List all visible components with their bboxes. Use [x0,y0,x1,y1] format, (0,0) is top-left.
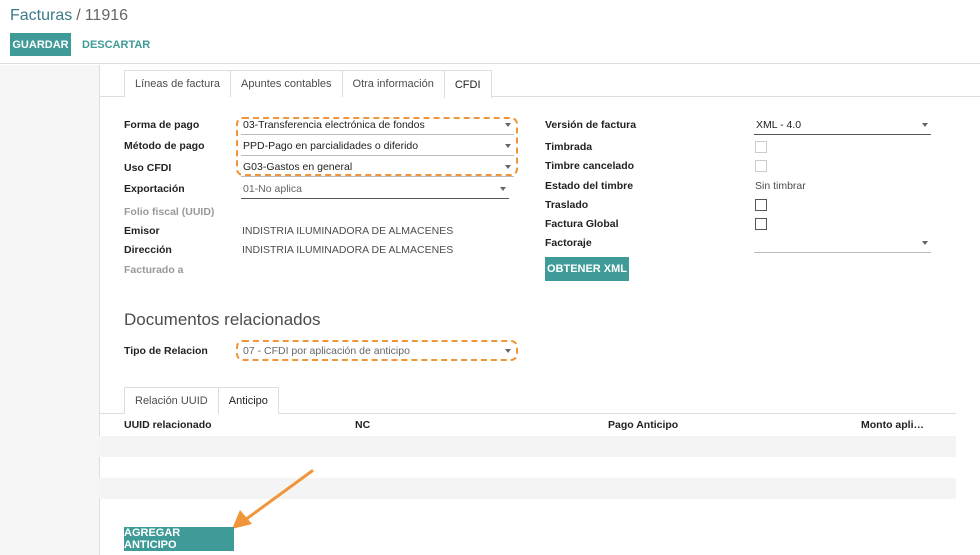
annotation-arrow-icon [232,469,314,529]
agregar-anticipo-button[interactable]: AGREGAR ANTICIPO [124,527,234,551]
